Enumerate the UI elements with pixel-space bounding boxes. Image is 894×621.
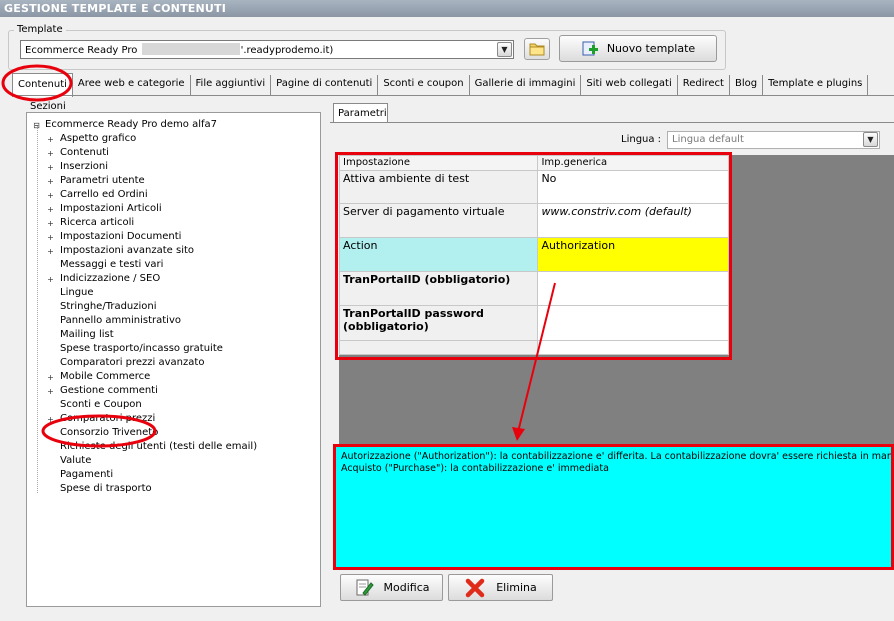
annotation-overlay <box>1 64 556 448</box>
highlight-ellipse-tree-item <box>41 414 157 448</box>
arrow-head-icon <box>512 427 525 441</box>
highlight-ellipse-tab <box>1 64 73 102</box>
annotation-arrow <box>517 282 556 433</box>
